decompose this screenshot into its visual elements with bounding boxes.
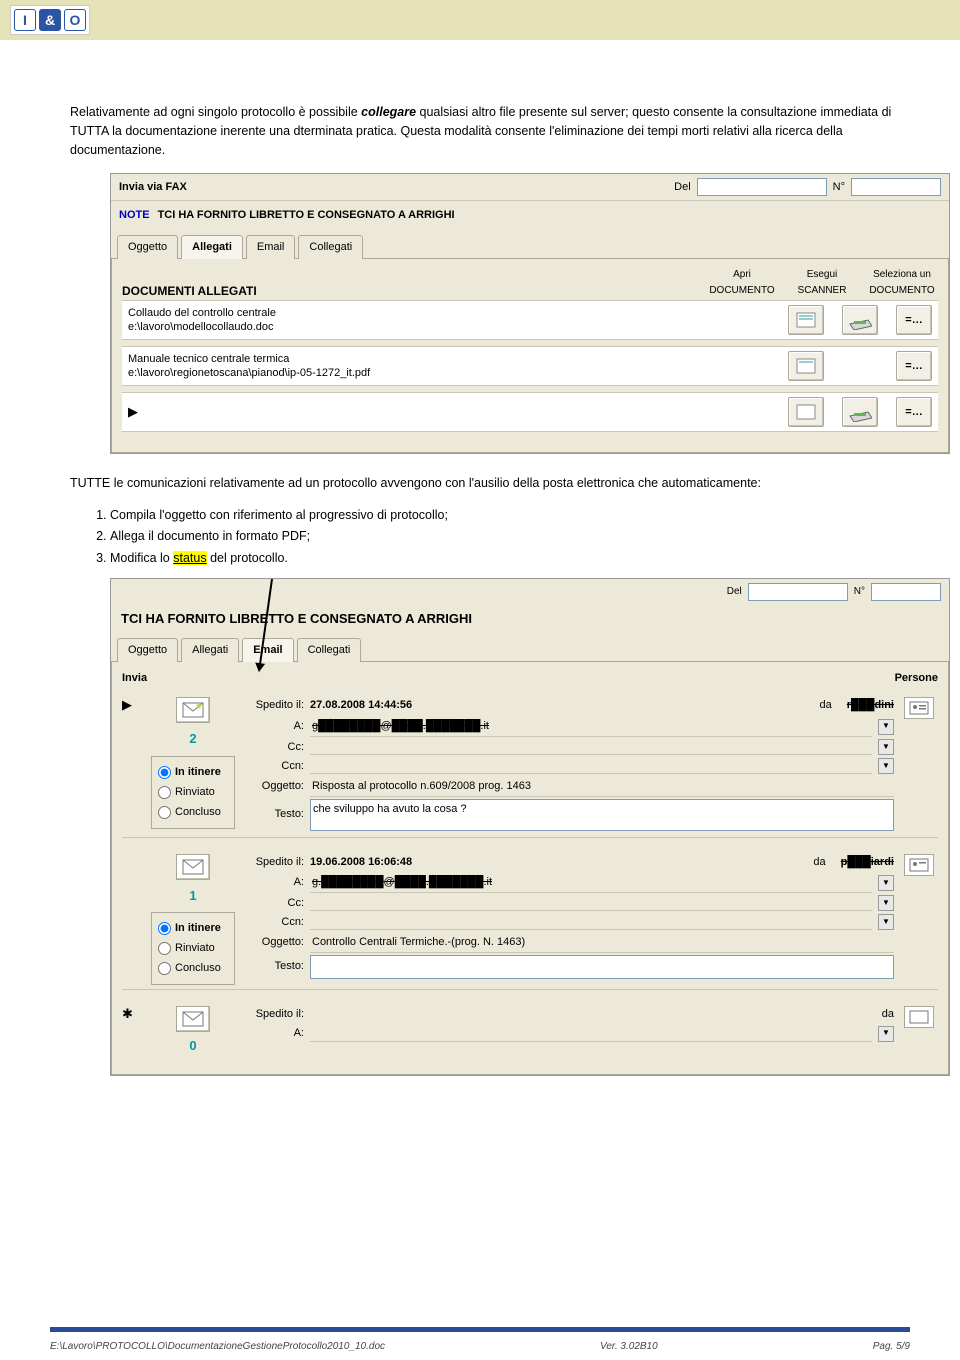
logo: I & O <box>10 5 90 35</box>
col-apri: Apri DOCUMENTO <box>706 267 778 298</box>
tab-collegati[interactable]: Collegati <box>297 638 362 662</box>
logo-o: O <box>64 9 86 31</box>
email-entry-blank: ✱ 0 Spedito il:da A:▼ <box>122 1000 938 1060</box>
email-entry: ▶ 2 In itinere Rinviato Concluso <box>122 691 938 837</box>
col-seleziona: Seleziona un DOCUMENTO <box>866 267 938 298</box>
doc-path: e:\lavoro\modellocollaudo.doc <box>128 321 274 333</box>
select-document-button[interactable]: =… <box>896 397 932 427</box>
num-input[interactable] <box>851 178 941 196</box>
radio-in-itinere[interactable]: In itinere <box>158 920 228 937</box>
cc-value <box>310 739 872 755</box>
radio-rinviato[interactable]: Rinviato <box>158 784 228 801</box>
dropdown-icon[interactable]: ▼ <box>878 758 894 774</box>
doc-title: Collaudo del controllo centrale <box>128 307 276 319</box>
note-label: NOTE <box>119 207 150 224</box>
footer-path: E:\Lavoro\PROTOCOLLO\DocumentazioneGesti… <box>50 1341 385 1352</box>
open-document-button[interactable] <box>788 351 824 381</box>
radio-concluso[interactable]: Concluso <box>158 804 228 821</box>
screenshot-email: Del N° TCI HA FORNITO LIBRETTO E CONSEGN… <box>110 578 950 1076</box>
cc-value <box>310 895 872 911</box>
select-document-button[interactable]: =… <box>896 351 932 381</box>
document-row: Manuale tecnico centrale termica e:\lavo… <box>122 346 938 386</box>
doc-path: e:\lavoro\regionetoscana\pianod\ip-05-12… <box>128 367 370 379</box>
dropdown-icon[interactable]: ▼ <box>878 875 894 891</box>
document-row: Collaudo del controllo centrale e:\lavor… <box>122 300 938 340</box>
status-radio-group: In itinere Rinviato Concluso <box>151 912 235 985</box>
num-input[interactable] <box>871 583 941 601</box>
list-item-3: Modifica lo status del protocollo. <box>110 549 910 568</box>
header-band: I & O <box>0 0 960 40</box>
testo-value[interactable] <box>310 955 894 979</box>
del-input[interactable] <box>748 583 848 601</box>
persone-button[interactable] <box>904 854 934 876</box>
persone-button[interactable] <box>904 697 934 719</box>
run-scanner-button[interactable] <box>842 305 878 335</box>
del-label: Del <box>674 179 691 196</box>
email-entry: 1 In itinere Rinviato Concluso Spedito i… <box>122 848 938 990</box>
radio-concluso[interactable]: Concluso <box>158 960 228 977</box>
tab-email[interactable]: Email <box>246 235 296 259</box>
tab-collegati[interactable]: Collegati <box>298 235 363 259</box>
footer-page: Pag. 5/9 <box>873 1341 910 1352</box>
invia-via-fax-label: Invia via FAX <box>119 179 187 196</box>
send-button[interactable] <box>176 697 210 723</box>
status-radio-group: In itinere Rinviato Concluso <box>151 756 235 829</box>
dropdown-icon[interactable]: ▼ <box>878 719 894 735</box>
persone-label: Persone <box>895 670 938 687</box>
dropdown-icon[interactable]: ▼ <box>878 914 894 930</box>
email-number: 2 <box>189 729 196 749</box>
note-text: TCI HA FORNITO LIBRETTO E CONSEGNATO A A… <box>158 207 455 224</box>
paragraph-1: Relativamente ad ogni singolo protocollo… <box>70 103 910 161</box>
oggetto-value: Risposta al protocollo n.609/2008 prog. … <box>310 777 894 797</box>
open-document-button[interactable] <box>788 397 824 427</box>
tab-oggetto[interactable]: Oggetto <box>117 235 178 259</box>
radio-rinviato[interactable]: Rinviato <box>158 940 228 957</box>
email-number: 0 <box>189 1036 196 1056</box>
logo-amp: & <box>39 9 61 31</box>
dropdown-icon[interactable]: ▼ <box>878 739 894 755</box>
tab-email[interactable]: Email <box>242 638 293 662</box>
send-button[interactable] <box>176 1006 210 1032</box>
list-item-2: Allega il documento in formato PDF; <box>110 527 910 546</box>
dropdown-icon[interactable]: ▼ <box>878 895 894 911</box>
invia-label: Invia <box>122 670 147 687</box>
num-label: N° <box>833 179 845 196</box>
paragraph-2-intro: TUTTE le comunicazioni relativamente ad … <box>70 474 910 493</box>
list-item-1: Compila l'oggetto con riferimento al pro… <box>110 506 910 525</box>
radio-in-itinere[interactable]: In itinere <box>158 764 228 781</box>
document-row-blank: ▶ =… <box>122 392 938 432</box>
section-title: DOCUMENTI ALLEGATI <box>122 282 257 301</box>
tab-allegati[interactable]: Allegati <box>181 235 243 259</box>
a-value <box>310 1026 872 1042</box>
ccn-value <box>310 758 872 774</box>
a-value: g████████@████.███████.it <box>310 717 872 737</box>
a-value: g.████████@████.███████.it <box>310 873 872 893</box>
select-document-button[interactable]: =… <box>896 305 932 335</box>
email-number: 1 <box>189 886 196 906</box>
run-scanner-button[interactable] <box>842 397 878 427</box>
logo-i: I <box>14 9 36 31</box>
send-button[interactable] <box>176 854 210 880</box>
tab-allegati[interactable]: Allegati <box>181 638 239 662</box>
testo-value[interactable]: che sviluppo ha avuto la cosa ? <box>310 799 894 831</box>
col-esegui: Esegui SCANNER <box>786 267 858 298</box>
doc-title: Manuale tecnico centrale termica <box>128 353 289 365</box>
footer-version: Ver. 3.02B10 <box>600 1341 658 1352</box>
persone-button[interactable] <box>904 1006 934 1028</box>
del-input[interactable] <box>697 178 827 196</box>
dropdown-icon[interactable]: ▼ <box>878 1026 894 1042</box>
tab-oggetto[interactable]: Oggetto <box>117 638 178 662</box>
screenshot-allegati: Invia via FAX Del N° NOTE TCI HA FORNITO… <box>110 173 950 454</box>
open-document-button[interactable] <box>788 305 824 335</box>
footer-bar <box>50 1327 910 1332</box>
ccn-value <box>310 914 872 930</box>
title-text: TCI HA FORNITO LIBRETTO E CONSEGNATO A A… <box>121 609 472 629</box>
oggetto-value: Controllo Centrali Termiche.-(prog. N. 1… <box>310 933 894 953</box>
